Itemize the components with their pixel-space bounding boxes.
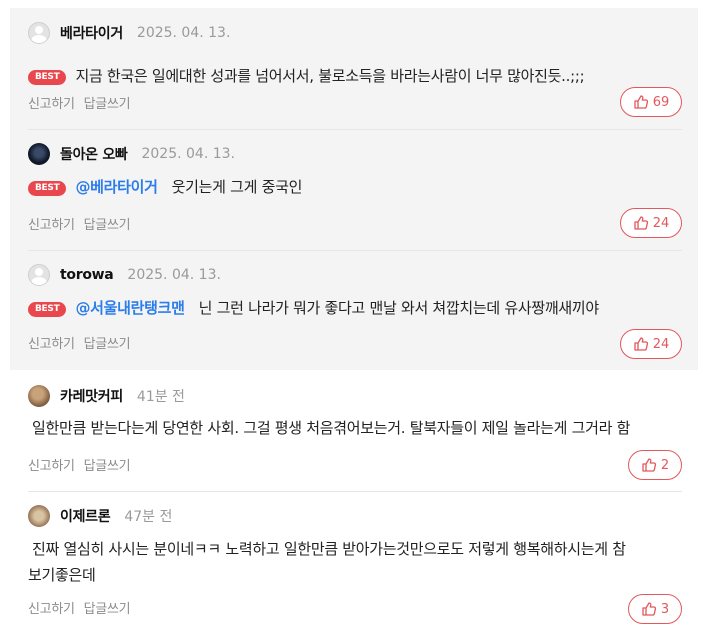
comment-item: torowa 2025. 04. 13. BEST @서울내란탱크맨 닌 그런 나라… [28, 261, 682, 361]
comment-body: BEST @베라타이거 웃기는게 그게 중국인 [28, 174, 302, 200]
report-button[interactable]: 신고하기 [28, 97, 75, 112]
comment-header: 이제르론 47분 전 [28, 502, 172, 530]
comment-body: 진짜 열심히 사시는 분이네ㅋㅋ 노력하고 일한만큼 받아가는것만으로도 저렇게… [28, 536, 626, 588]
avatar[interactable] [28, 143, 50, 165]
like-button[interactable]: 24 [620, 208, 682, 238]
comment-body: BEST @서울내란탱크맨 닌 그런 나라가 뭐가 좋다고 맨날 와서 쳐깝치는데 … [28, 295, 599, 321]
avatar[interactable] [28, 505, 50, 527]
comment-actions: 신고하기 답글쓰기 [28, 333, 139, 352]
comment-time: 41분 전 [136, 389, 185, 405]
avatar[interactable] [28, 385, 50, 407]
comment-header: 베라타이거 2025. 04. 13. [28, 19, 230, 47]
best-badge: BEST [28, 70, 67, 85]
comment-header: torowa 2025. 04. 13. [28, 261, 221, 289]
comment-text: 닌 그런 나라가 뭐가 좋다고 맨날 와서 쳐깝치는데 유사짱깨새끼야 [198, 299, 600, 317]
thumbs-up-icon [634, 95, 648, 109]
comment-text-line: 진짜 열심히 사시는 분이네ㅋㅋ 노력하고 일한만큼 받아가는것만으로도 저렇게… [32, 540, 626, 558]
comment-item: 카레맛커피 41분 전 일한만큼 받는다는게 당연한 사회. 그걸 평생 처음겪… [28, 382, 682, 482]
comment-time: 47분 전 [124, 509, 173, 525]
comment-actions: 신고하기 답글쓰기 [28, 214, 139, 233]
like-count: 69 [652, 94, 670, 110]
reply-button[interactable]: 답글쓰기 [84, 459, 131, 474]
reply-button[interactable]: 답글쓰기 [84, 218, 131, 233]
best-badge: BEST [28, 181, 67, 196]
comment-text: 웃기는게 그게 중국인 [171, 178, 303, 196]
comment-nickname[interactable]: torowa [60, 267, 114, 283]
comment-item: 베라타이거 2025. 04. 13. BEST 지금 한국은 일에대한 성과를 … [28, 19, 682, 119]
comment-nickname[interactable]: 베라타이거 [60, 23, 123, 43]
comment-actions: 신고하기 답글쓰기 [28, 93, 139, 112]
thumbs-up-icon [634, 337, 648, 351]
comment-time: 2025. 04. 13. [141, 146, 235, 162]
avatar[interactable] [28, 22, 50, 44]
divider [28, 129, 682, 130]
comment-body: BEST 지금 한국은 일에대한 성과를 넘어서서, 불로소득을 바라는사람이 너… [28, 63, 585, 89]
divider [28, 250, 682, 251]
report-button[interactable]: 신고하기 [28, 459, 75, 474]
reply-button[interactable]: 답글쓰기 [84, 337, 131, 352]
comment-actions: 신고하기 답글쓰기 [28, 455, 139, 474]
comment-time: 2025. 04. 13. [136, 25, 231, 41]
like-button[interactable]: 2 [628, 450, 682, 480]
report-button[interactable]: 신고하기 [28, 218, 75, 233]
reply-button[interactable]: 답글쓰기 [84, 602, 131, 617]
comment-nickname[interactable]: 돌아온 오빠 [60, 144, 128, 164]
thumbs-up-icon [642, 602, 656, 616]
comment-nickname[interactable]: 이제르론 [60, 506, 111, 526]
avatar[interactable] [28, 264, 50, 286]
divider [28, 491, 682, 492]
comment-time: 2025. 04. 13. [127, 267, 221, 283]
thumbs-up-icon [634, 216, 648, 230]
best-badge: BEST [28, 302, 67, 317]
comment-text: 일한만큼 받는다는게 당연한 사회. 그걸 평생 처음겪어보는거. 탈북자들이 … [32, 419, 631, 437]
comment-text: 지금 한국은 일에대한 성과를 넘어서서, 불로소득을 바라는사람이 너무 많아… [75, 67, 585, 85]
like-count: 24 [652, 215, 670, 231]
comment-header: 돌아온 오빠 2025. 04. 13. [28, 140, 235, 168]
like-button[interactable]: 24 [620, 329, 682, 359]
like-button[interactable]: 69 [620, 87, 682, 117]
like-count: 24 [652, 336, 670, 352]
comment-item: 이제르론 47분 전 진짜 열심히 사시는 분이네ㅋㅋ 노력하고 일한만큼 받아… [28, 502, 682, 627]
like-button[interactable]: 3 [628, 594, 682, 624]
report-button[interactable]: 신고하기 [28, 337, 75, 352]
like-count: 3 [660, 601, 670, 617]
comment-nickname[interactable]: 카레맛커피 [60, 386, 123, 406]
mention-link[interactable]: @베라타이거 [75, 178, 158, 196]
comment-actions: 신고하기 답글쓰기 [28, 598, 139, 617]
comment-item: 돌아온 오빠 2025. 04. 13. BEST @베라타이거 웃기는게 그게 중… [28, 140, 682, 240]
like-count: 2 [660, 457, 670, 473]
report-button[interactable]: 신고하기 [28, 602, 75, 617]
comment-header: 카레맛커피 41분 전 [28, 382, 185, 410]
reply-button[interactable]: 답글쓰기 [84, 97, 131, 112]
comment-text-line: 보기좋은데 [28, 566, 96, 584]
mention-link[interactable]: @서울내란탱크맨 [75, 299, 185, 317]
thumbs-up-icon [642, 458, 656, 472]
comment-body: 일한만큼 받는다는게 당연한 사회. 그걸 평생 처음겪어보는거. 탈북자들이 … [32, 415, 630, 441]
